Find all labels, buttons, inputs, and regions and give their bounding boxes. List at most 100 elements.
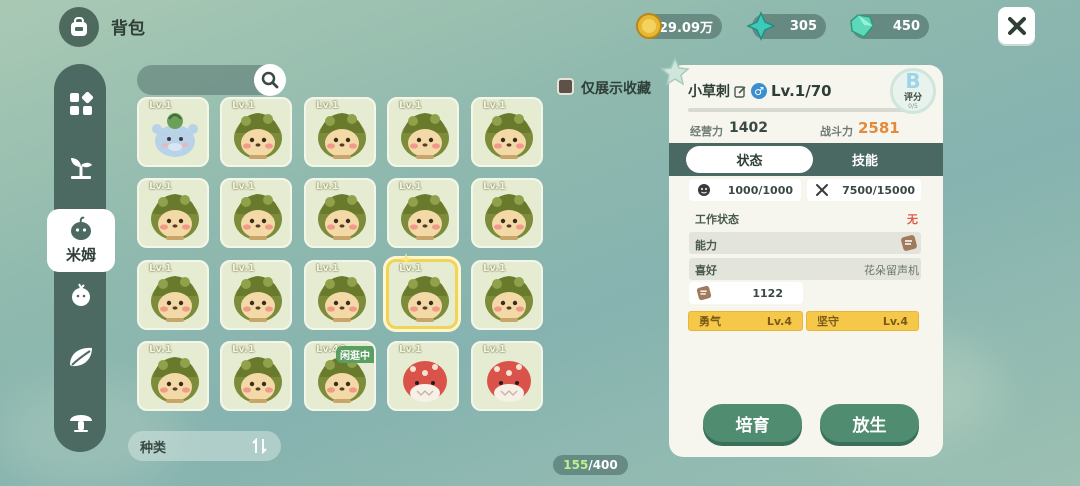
- hedgehog-portrait: [485, 194, 533, 240]
- utensils-icon: [816, 184, 828, 196]
- card-status-badge: 闲逛中: [336, 346, 374, 363]
- trait-courage[interactable]: 勇气 Lv.4: [688, 311, 803, 331]
- sort-selector[interactable]: 种类: [128, 431, 281, 461]
- mimu-card[interactable]: Lv.40 闲逛中: [304, 341, 376, 411]
- manage-power-label: 经营力: [690, 125, 723, 138]
- tab-status[interactable]: 状态: [686, 146, 813, 173]
- hedgehog-portrait: [318, 194, 366, 240]
- card-level: Lv.1: [149, 181, 172, 192]
- card-level: Lv.1: [316, 181, 339, 192]
- seed-icon: [72, 283, 90, 306]
- ability-book-icon[interactable]: [899, 233, 919, 253]
- trait-level: Lv.4: [766, 314, 792, 328]
- xp-bar: [688, 108, 918, 112]
- ability-points: 1122: [689, 282, 803, 304]
- food-stat: 7500/15000: [807, 179, 921, 201]
- card-level: Lv.1: [149, 263, 172, 274]
- work-status-label: 工作状态: [695, 213, 739, 226]
- cultivate-button[interactable]: 培育: [703, 404, 802, 442]
- mimu-card[interactable]: Lv.1: [304, 97, 376, 167]
- favorites-label: 仅展示收藏: [581, 81, 651, 97]
- mimu-card[interactable]: Lv.1: [386, 259, 458, 329]
- mimu-card[interactable]: Lv.1: [471, 178, 543, 248]
- nav-item-mimu-label: 米姆: [65, 246, 96, 264]
- edit-name-icon[interactable]: [734, 85, 747, 98]
- hedgehog-portrait: [485, 276, 533, 322]
- ability-row: [689, 232, 921, 254]
- star-value: 305: [789, 19, 817, 34]
- mimu-card[interactable]: Lv.1: [471, 341, 543, 411]
- capacity-current: 155: [563, 458, 589, 472]
- hedgehog-portrait: [234, 357, 282, 403]
- mimu-card[interactable]: Lv.1: [387, 178, 459, 248]
- card-level: Lv.1: [316, 263, 339, 274]
- combat-power-value: 2581: [858, 119, 900, 137]
- crystal-icon: [850, 14, 874, 38]
- mimu-card[interactable]: Lv.1: [137, 341, 209, 411]
- hobby-label: 喜好: [695, 264, 717, 277]
- hedgehog-portrait: [151, 194, 199, 240]
- card-level: Lv.1: [232, 263, 255, 274]
- rank-letter: B: [905, 69, 921, 93]
- redbeast-portrait: [487, 361, 531, 402]
- bluebeast-portrait: [152, 113, 198, 157]
- nav-item-plants[interactable]: [66, 152, 96, 182]
- search-button[interactable]: [254, 64, 286, 96]
- rank-progress: 0/5: [908, 103, 918, 110]
- release-button[interactable]: 放生: [820, 404, 919, 442]
- card-level: Lv.1: [149, 100, 172, 111]
- close-button[interactable]: [998, 7, 1035, 44]
- mimu-card[interactable]: Lv.1: [471, 260, 543, 330]
- mimu-card[interactable]: Lv.1: [137, 178, 209, 248]
- creature-name-row: 小草刺 ♂ Lv.1/70: [688, 81, 832, 101]
- mimu-card[interactable]: Lv.1: [220, 97, 292, 167]
- mood-stat: 1000/1000: [689, 179, 801, 201]
- mimu-card[interactable]: Lv.1: [304, 178, 376, 248]
- hedgehog-portrait: [318, 276, 366, 322]
- tab-skills[interactable]: 技能: [815, 146, 915, 173]
- favorites-checkbox[interactable]: [557, 78, 574, 95]
- crystal-currency[interactable]: 450: [850, 14, 929, 39]
- mimu-card[interactable]: Lv.1: [220, 341, 292, 411]
- card-level: Lv.1: [483, 100, 506, 111]
- star-currency[interactable]: 305: [746, 11, 826, 41]
- card-level: Lv.1: [316, 100, 339, 111]
- leaf-icon: [70, 347, 92, 367]
- manage-power-value: 1402: [729, 120, 768, 136]
- favorite-star-icon[interactable]: [660, 57, 690, 87]
- mimu-card[interactable]: Lv.1: [387, 341, 459, 411]
- ability-points-value: 1122: [752, 286, 783, 300]
- gold-currency[interactable]: 29.09万: [636, 13, 722, 39]
- sort-order-icon[interactable]: [251, 438, 269, 454]
- nav-item-seeds[interactable]: [66, 280, 96, 310]
- nav-item-mushroom[interactable]: [66, 405, 96, 435]
- card-level: Lv.1: [399, 181, 422, 192]
- mimu-card[interactable]: Lv.1: [220, 260, 292, 330]
- card-level: Lv.1: [483, 181, 506, 192]
- grid-icon: [70, 91, 94, 115]
- trait-steadfast[interactable]: 坚守 Lv.4: [806, 311, 919, 331]
- mimu-card[interactable]: Lv.1: [471, 97, 543, 167]
- hedgehog-portrait: [151, 357, 199, 403]
- sprout-icon: [71, 158, 92, 179]
- mood-face-icon: [698, 184, 710, 196]
- mimu-card[interactable]: Lv.1: [220, 178, 292, 248]
- mimu-card[interactable]: Lv.1: [137, 260, 209, 330]
- card-level: Lv.1: [232, 344, 255, 355]
- ability-book-small-icon: [696, 285, 712, 301]
- gender-icon: ♂: [751, 83, 767, 99]
- capacity-counter: 155/400: [553, 455, 628, 475]
- selected-sparkle-icon: [400, 253, 412, 265]
- mimu-card[interactable]: Lv.1: [304, 260, 376, 330]
- work-status-value: 无: [907, 213, 918, 226]
- rank-badge[interactable]: B 评分 0/5: [890, 68, 936, 114]
- mimu-card[interactable]: Lv.1: [387, 97, 459, 167]
- nav-item-all[interactable]: [66, 89, 96, 119]
- mimu-icon: [71, 216, 91, 240]
- card-level: Lv.1: [399, 100, 422, 111]
- mimu-card[interactable]: Lv.1: [137, 97, 209, 167]
- ability-label: 能力: [695, 239, 717, 252]
- nav-item-mimu[interactable]: 米姆: [47, 209, 115, 272]
- card-level: Lv.1: [149, 344, 172, 355]
- nav-item-leaf[interactable]: [66, 342, 96, 372]
